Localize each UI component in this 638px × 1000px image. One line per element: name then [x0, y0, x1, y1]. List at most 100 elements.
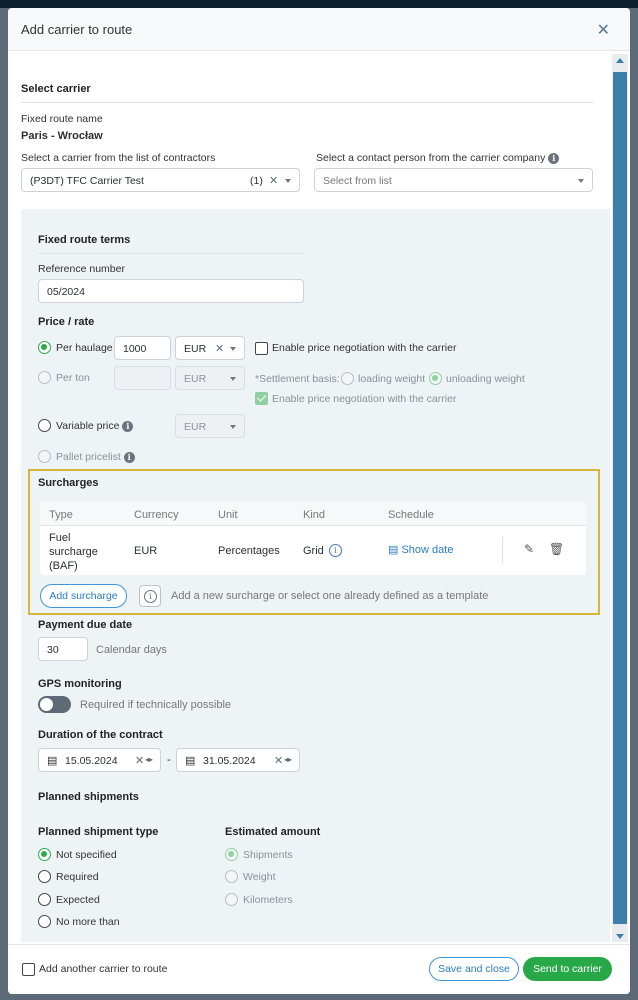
- payment-unit: Calendar days: [96, 644, 167, 656]
- per-ton-negotiation-label: Enable price negotiation with the carrie…: [272, 393, 457, 405]
- amount-label: Kilometers: [243, 894, 293, 906]
- gps-toggle[interactable]: [38, 696, 71, 713]
- date-to-input[interactable]: ▤ 31.05.2024 ✕ ◂▸: [176, 748, 300, 772]
- column-header-currency: Currency: [134, 509, 179, 521]
- send-to-carrier-button[interactable]: Send to carrier: [523, 957, 612, 981]
- save-and-close-button[interactable]: Save and close: [429, 957, 519, 981]
- amount-label: Weight: [243, 871, 276, 883]
- column-header-type: Type: [49, 509, 73, 521]
- reference-value: 05/2024: [47, 286, 85, 298]
- unloading-weight-radio[interactable]: [429, 372, 442, 385]
- template-info-button[interactable]: i: [139, 585, 161, 607]
- planned-type-label: Required: [56, 871, 99, 883]
- duration-heading: Duration of the contract: [38, 729, 163, 741]
- per-ton-currency-select[interactable]: EUR: [175, 366, 245, 390]
- scroll-up-icon[interactable]: [616, 58, 624, 63]
- planned-type-radio[interactable]: [38, 848, 51, 861]
- info-icon: i: [144, 590, 157, 603]
- surcharges-heading: Surcharges: [38, 477, 99, 489]
- scroll-thumb[interactable]: [613, 72, 627, 924]
- add-carrier-modal: Add carrier to route ✕ Select carrier Fi…: [8, 8, 630, 994]
- surcharge-type: Fuel surcharge (BAF): [49, 531, 98, 573]
- show-date-text: Show date: [401, 544, 454, 556]
- table-row: Fuel surcharge (BAF) EUR Percentages Gri…: [40, 527, 586, 575]
- add-another-checkbox[interactable]: [22, 963, 35, 976]
- enable-negotiation-label: Enable price negotiation with the carrie…: [272, 342, 457, 354]
- clear-icon[interactable]: ✕: [135, 754, 144, 767]
- divider: [38, 253, 304, 254]
- scrollbar[interactable]: [612, 54, 628, 942]
- planned-type-radio[interactable]: [38, 915, 51, 928]
- variable-price-radio[interactable]: [38, 419, 51, 432]
- gps-toggle-label: Required if technically possible: [80, 699, 232, 711]
- settlement-basis-label: *Settlement basis:: [255, 373, 340, 385]
- per-haulage-input[interactable]: 1000: [114, 336, 171, 360]
- per-ton-negotiation-checkbox[interactable]: [255, 392, 268, 405]
- surcharge-hint: Add a new surcharge or select one alread…: [171, 590, 489, 602]
- arrows-icon[interactable]: ◂▸: [145, 755, 153, 764]
- clear-icon[interactable]: ✕: [274, 754, 283, 767]
- contact-placeholder: Select from list: [323, 175, 392, 187]
- per-haulage-value: 1000: [123, 343, 147, 355]
- surcharge-currency: EUR: [134, 545, 158, 557]
- enable-negotiation-checkbox[interactable]: [255, 342, 268, 355]
- planned-type-label: Expected: [56, 894, 100, 906]
- planned-type-radio[interactable]: [38, 870, 51, 883]
- reference-input[interactable]: 05/2024: [38, 279, 304, 303]
- modal-title: Add carrier to route: [21, 22, 133, 37]
- show-date-link[interactable]: ▤ Show date: [388, 543, 453, 556]
- carrier-label: Select a carrier from the list of contra…: [21, 152, 216, 164]
- pallet-pricelist-radio[interactable]: [38, 450, 51, 463]
- planned-type-radio[interactable]: [38, 893, 51, 906]
- unloading-weight-label: unloading weight: [446, 373, 525, 385]
- pallet-pricelist-label: Pallet pricelist i: [56, 451, 135, 463]
- per-haulage-currency-select[interactable]: EUR ✕: [175, 336, 245, 360]
- per-haulage-radio[interactable]: [38, 341, 51, 354]
- close-icon[interactable]: ✕: [597, 20, 610, 40]
- info-icon[interactable]: i: [122, 420, 134, 432]
- surcharge-type-line: surcharge: [49, 546, 98, 558]
- info-icon[interactable]: i: [329, 544, 342, 557]
- info-icon[interactable]: i: [548, 152, 560, 164]
- payment-heading: Payment due date: [38, 619, 133, 631]
- payment-days-input[interactable]: 30: [38, 637, 88, 661]
- clear-icon[interactable]: ✕: [215, 342, 224, 355]
- chevron-down-icon: [230, 425, 236, 429]
- carrier-value: (P3DT) TFC Carrier Test: [30, 175, 144, 187]
- surcharge-type-line: (BAF): [49, 560, 78, 572]
- column-header-kind: Kind: [303, 509, 326, 521]
- add-surcharge-button[interactable]: Add surcharge: [40, 584, 127, 608]
- per-ton-radio[interactable]: [38, 371, 51, 384]
- carrier-select[interactable]: (P3DT) TFC Carrier Test (1) ✕: [21, 168, 300, 192]
- payment-days-value: 30: [47, 644, 59, 656]
- trash-icon[interactable]: 🗑: [549, 542, 564, 556]
- arrows-icon[interactable]: ◂▸: [284, 755, 292, 764]
- variable-price-label: Variable price i: [56, 420, 134, 432]
- calendar-icon: ▤: [185, 755, 196, 767]
- surcharge-unit: Percentages: [218, 545, 280, 557]
- date-separator: -: [167, 754, 171, 766]
- planned-heading: Planned shipments: [38, 791, 139, 803]
- amount-radio[interactable]: [225, 893, 238, 906]
- contact-label: Select a contact person from the carrier…: [316, 152, 560, 164]
- top-strip: [0, 0, 638, 8]
- select-carrier-heading: Select carrier: [21, 83, 91, 95]
- date-from-input[interactable]: ▤ 15.05.2024 ✕ ◂▸: [38, 748, 161, 772]
- amount-radio[interactable]: [225, 848, 238, 861]
- contact-select[interactable]: Select from list: [314, 168, 593, 192]
- amount-label: Shipments: [243, 849, 293, 861]
- amount-radio[interactable]: [225, 870, 238, 883]
- variable-price-currency-select[interactable]: EUR: [175, 414, 245, 438]
- info-icon[interactable]: i: [123, 451, 135, 463]
- divider: [21, 102, 593, 103]
- planned-type-label: No more than: [56, 916, 120, 928]
- loading-weight-label: loading weight: [358, 373, 426, 385]
- per-haulage-label: Per haulage: [56, 342, 113, 354]
- clear-icon[interactable]: ✕: [269, 174, 278, 187]
- surcharges-section: Surcharges Type Currency Unit Kind Sched…: [28, 469, 600, 615]
- per-ton-input[interactable]: [114, 366, 171, 390]
- edit-icon[interactable]: ✎: [524, 542, 534, 556]
- loading-weight-radio[interactable]: [341, 372, 354, 385]
- scroll-down-icon[interactable]: [616, 934, 624, 939]
- planned-type-heading: Planned shipment type: [38, 826, 159, 838]
